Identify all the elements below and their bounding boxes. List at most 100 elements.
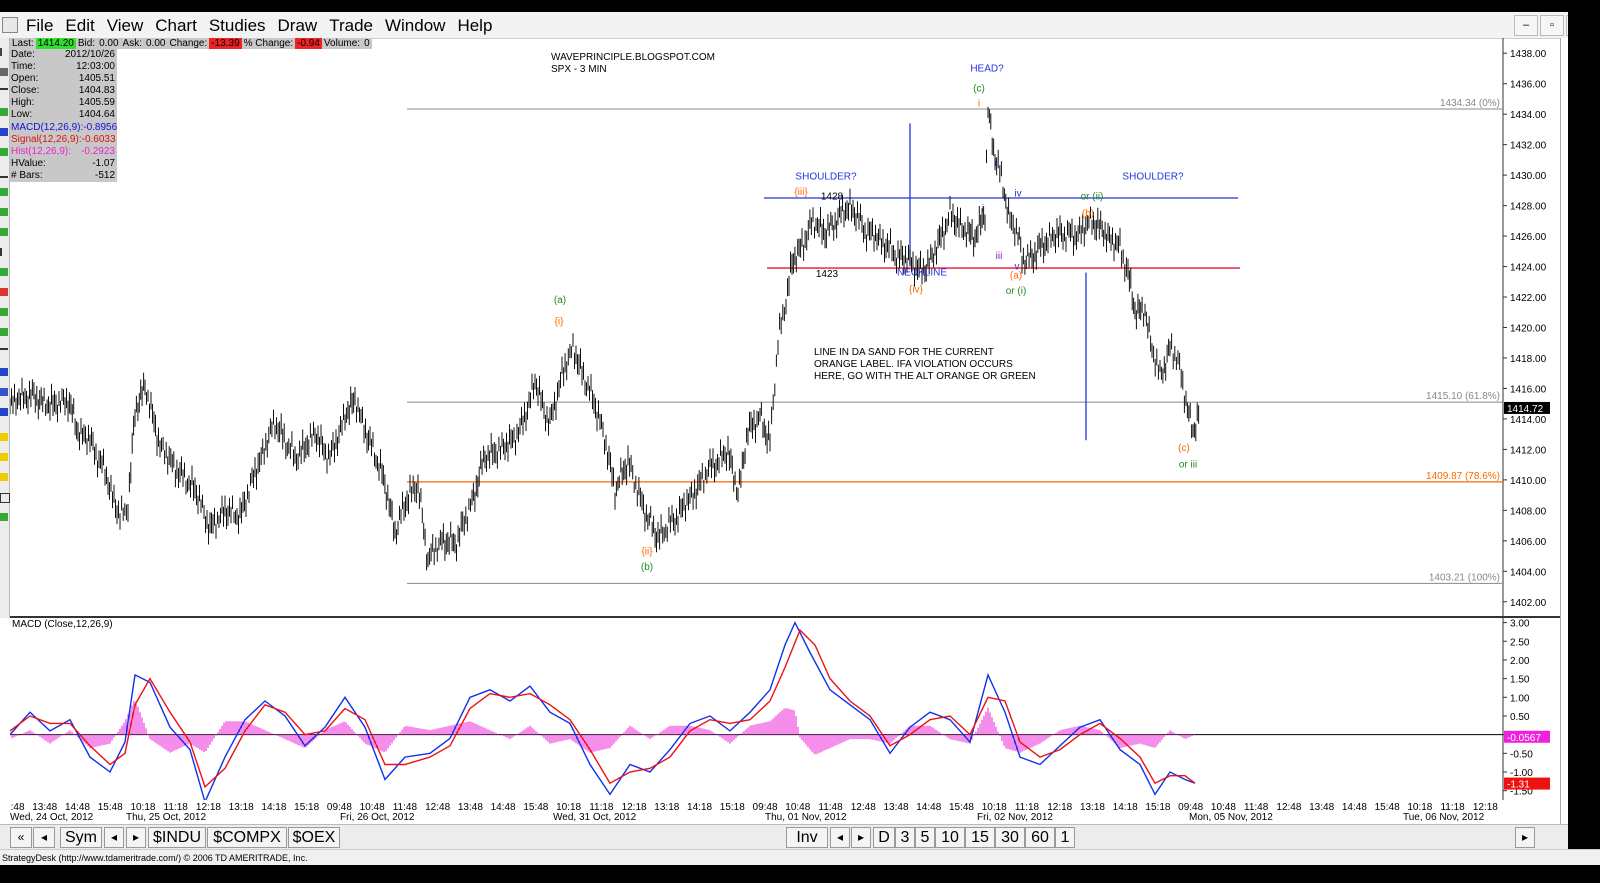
price-tick-label: 1402.00 bbox=[1510, 598, 1547, 609]
text-tool-icon[interactable] bbox=[0, 268, 8, 276]
data-box-label: Signal(12,26,9): bbox=[11, 133, 82, 145]
date-label: Wed, 31 Oct, 2012 bbox=[553, 812, 637, 822]
symbol-tab-indu[interactable]: $INDU bbox=[148, 827, 206, 848]
marker-tool-icon[interactable] bbox=[0, 473, 8, 481]
menu-draw[interactable]: Draw bbox=[272, 15, 324, 37]
wave-label: (a) bbox=[1010, 271, 1022, 282]
arc-tool-icon[interactable] bbox=[0, 228, 8, 236]
time-tick-label: 14:18 bbox=[687, 802, 712, 813]
channel-tool-icon[interactable] bbox=[0, 128, 8, 136]
period-5[interactable]: 5 bbox=[915, 827, 935, 848]
data-box-label: Hist(12,26,9): bbox=[11, 145, 72, 157]
wave-label: (c) bbox=[1178, 443, 1190, 454]
alert-tool-icon[interactable] bbox=[0, 433, 8, 441]
signal-line bbox=[10, 628, 1196, 789]
speed-tool-icon[interactable] bbox=[0, 388, 8, 396]
ray-tool-icon[interactable] bbox=[0, 348, 8, 358]
menu-help[interactable]: Help bbox=[451, 15, 498, 37]
fib-tool-icon[interactable] bbox=[0, 148, 8, 156]
ellipse-tool-icon[interactable] bbox=[0, 208, 8, 216]
sym-button[interactable]: Sym bbox=[60, 827, 102, 848]
scroll-right-button[interactable]: ▸ bbox=[1515, 827, 1535, 848]
chart-note: LINE IN DA SAND FOR THE CURRENT bbox=[814, 347, 994, 358]
price-tick-label: 1424.00 bbox=[1510, 263, 1547, 274]
menu-edit[interactable]: Edit bbox=[59, 15, 100, 37]
settings-tool-icon[interactable] bbox=[0, 513, 8, 521]
status-text: StrategyDesk (http://www.tdameritrade.co… bbox=[2, 853, 308, 863]
trendline-tool-icon[interactable] bbox=[0, 108, 8, 116]
price-chart[interactable]: 1402.00 1404.00 1406.00 1408.00 1410.00 1412.… bbox=[10, 38, 1560, 617]
period-15[interactable]: 15 bbox=[965, 827, 995, 848]
period-10[interactable]: 10 bbox=[935, 827, 965, 848]
chart-note: HERE, GO WITH THE ALT ORANGE OR GREEN bbox=[814, 371, 1036, 382]
prev-page-button[interactable]: ◂ bbox=[33, 827, 55, 848]
hline-tool-icon[interactable] bbox=[0, 168, 8, 178]
erase-tool-icon[interactable] bbox=[0, 493, 10, 503]
price-tick-label: 1422.00 bbox=[1510, 293, 1547, 304]
menu-window[interactable]: Window bbox=[379, 15, 451, 37]
gann-tool-icon[interactable] bbox=[0, 308, 8, 316]
macd-tick-label: 3.00 bbox=[1510, 619, 1530, 630]
macd-tick-label: 1.50 bbox=[1510, 675, 1530, 686]
time-tick-label: 14:48 bbox=[916, 802, 941, 813]
arrow-tool-icon[interactable] bbox=[0, 288, 8, 296]
menu-trade[interactable]: Trade bbox=[323, 15, 379, 37]
period-next-button[interactable]: ▸ bbox=[851, 827, 871, 848]
time-tick-label: 14:18 bbox=[261, 802, 286, 813]
crosshair-tool-icon[interactable] bbox=[0, 68, 8, 76]
symbol-tab-compx[interactable]: $COMPX bbox=[207, 827, 287, 848]
macd-tick-label: -0.50 bbox=[1510, 749, 1533, 760]
macd-tick-label: 2.00 bbox=[1510, 656, 1530, 667]
sym-next-button[interactable]: ▸ bbox=[126, 827, 146, 848]
data-box-value: -0.8956 bbox=[83, 121, 118, 133]
symbol-tab-oex[interactable]: $OEX bbox=[288, 827, 340, 848]
macd-tick-label: 1.00 bbox=[1510, 693, 1530, 704]
rect-tool-icon[interactable] bbox=[0, 188, 8, 196]
wave-label: ii bbox=[995, 158, 999, 169]
period-1[interactable]: 1 bbox=[1055, 827, 1075, 848]
app-icon[interactable] bbox=[2, 17, 18, 33]
data-box-value: 1404.83 bbox=[78, 85, 115, 97]
andrews-tool-icon[interactable] bbox=[0, 368, 8, 376]
menu-file[interactable]: File bbox=[20, 15, 59, 37]
time-tick-label: 13:18 bbox=[1080, 802, 1105, 813]
period-prev-button[interactable]: ◂ bbox=[830, 827, 850, 848]
wave-label: {i} bbox=[555, 316, 565, 327]
time-tick-label: 14:48 bbox=[1342, 802, 1367, 813]
date-label: Thu, 01 Nov, 2012 bbox=[765, 812, 847, 822]
period-d[interactable]: D bbox=[873, 827, 895, 848]
wave-label: {ii} bbox=[641, 547, 653, 558]
first-page-button[interactable]: « bbox=[10, 827, 32, 848]
price-tick-label: 1418.00 bbox=[1510, 354, 1547, 365]
data-box-row: Low: 1404.64 bbox=[10, 109, 117, 121]
data-box-label: # Bars: bbox=[11, 169, 43, 181]
menu-studies[interactable]: Studies bbox=[203, 15, 272, 37]
hist-value-label: -0.0567 bbox=[1507, 733, 1541, 744]
time-tick-label: 15:48 bbox=[523, 802, 548, 813]
menu-view[interactable]: View bbox=[101, 15, 150, 37]
period-30[interactable]: 30 bbox=[995, 827, 1025, 848]
period-3[interactable]: 3 bbox=[895, 827, 915, 848]
macd-tick-label: 0.50 bbox=[1510, 712, 1530, 723]
wave-label: HEAD? bbox=[970, 64, 1004, 75]
time-tick-label: 15:48 bbox=[1375, 802, 1400, 813]
line-tool-icon[interactable] bbox=[0, 88, 8, 98]
regression-tool-icon[interactable] bbox=[0, 408, 8, 416]
note-tool-icon[interactable] bbox=[0, 453, 8, 461]
minimize-button[interactable]: – bbox=[1514, 15, 1538, 36]
last-price-label: 1414.72 bbox=[1507, 404, 1544, 415]
data-box-row: High: 1405.59 bbox=[10, 97, 117, 109]
macd-chart[interactable]: -1.50-1.00-0.500.000.501.001.502.002.503… bbox=[10, 617, 1560, 800]
period-60[interactable]: 60 bbox=[1025, 827, 1055, 848]
sym-prev-button[interactable]: ◂ bbox=[104, 827, 124, 848]
vline-tool-icon[interactable] bbox=[0, 248, 10, 256]
inv-button[interactable]: Inv bbox=[786, 827, 828, 848]
restore-button[interactable]: ▫ bbox=[1540, 15, 1564, 36]
cycle-tool-icon[interactable] bbox=[0, 328, 8, 336]
data-box-row: Close: 1404.83 bbox=[10, 85, 117, 97]
menu-chart[interactable]: Chart bbox=[149, 15, 203, 37]
pointer-tool-icon[interactable] bbox=[0, 48, 10, 56]
menu-bar: File Edit View Chart Studies Draw Trade … bbox=[0, 12, 1600, 39]
wave-label: {iv} bbox=[909, 284, 924, 295]
time-tick-label: 15:48 bbox=[98, 802, 123, 813]
